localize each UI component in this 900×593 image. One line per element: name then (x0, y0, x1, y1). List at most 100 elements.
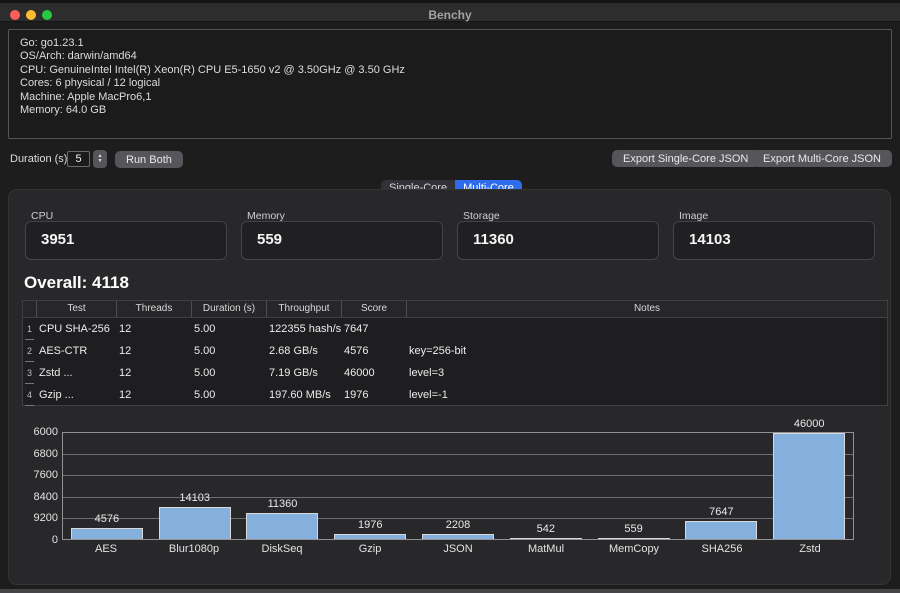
info-line-memory: Memory: 64.0 GB (20, 104, 880, 117)
cell-test: Zstd ... (36, 362, 116, 384)
table-header-gutter (23, 301, 36, 317)
cell-throughput: 2.68 GB/s (266, 340, 341, 362)
bar-json (422, 534, 494, 539)
bar-memcopy (598, 538, 670, 539)
info-line-cores: Cores: 6 physical / 12 logical (20, 77, 880, 90)
system-info-box[interactable]: Go: go1.23.1 OS/Arch: darwin/amd64 CPU: … (8, 29, 892, 139)
x-axis-label: MemCopy (590, 543, 678, 555)
x-axis-label: Blur1080p (150, 543, 238, 555)
cell-throughput: 197.60 MB/s (266, 384, 341, 406)
stat-value-image: 14103 (689, 231, 731, 248)
x-axis-label: JSON (414, 543, 502, 555)
table-header-throughput[interactable]: Throughput (266, 301, 341, 317)
bar-group-memcopy: 559 (590, 433, 678, 539)
bar-value-label: 11360 (239, 498, 327, 510)
cell-notes (406, 318, 887, 340)
duration-input[interactable]: 5 (67, 151, 90, 167)
cell-duration: 5.00 (191, 318, 266, 340)
bar-value-label: 14103 (151, 492, 239, 504)
bar-value-label: 542 (502, 523, 590, 535)
bar-zstd (773, 433, 845, 539)
table-row[interactable]: 4 Gzip ... 12 5.00 197.60 MB/s 1976 leve… (23, 384, 887, 406)
cell-score: 46000 (341, 362, 406, 384)
cell-notes: level=3 (406, 362, 887, 384)
cell-test: Gzip ... (36, 384, 116, 406)
bar-gzip (334, 534, 406, 539)
x-axis-label: MatMul (502, 543, 590, 555)
bar-group-matmul: 542 (502, 433, 590, 539)
stat-value-cpu: 3951 (41, 231, 74, 248)
info-line-machine: Machine: Apple MacPro6,1 (20, 91, 880, 104)
bar-blur1080p (159, 507, 231, 539)
x-axis-label: Zstd (766, 543, 854, 555)
cell-duration: 5.00 (191, 340, 266, 362)
cell-threads: 12 (116, 362, 191, 384)
bar-group-gzip: 1976 (326, 433, 414, 539)
bar-series: 4576 14103 11360 1976 2208 542 (63, 433, 853, 539)
cell-threads: 12 (116, 318, 191, 340)
table-header-row: Test Threads Duration (s) Throughput Sco… (23, 301, 887, 318)
table-header-threads[interactable]: Threads (116, 301, 191, 317)
stat-value-storage: 11360 (473, 231, 514, 248)
bar-diskseq (246, 513, 318, 539)
bar-chart-plot-area: 4576 14103 11360 1976 2208 542 (62, 432, 854, 540)
y-axis-tick-label: 0 (10, 534, 58, 546)
run-both-button[interactable]: Run Both (115, 151, 183, 168)
cell-test: CPU SHA-256 (36, 318, 116, 340)
cell-notes: level=-1 (406, 384, 887, 406)
cell-score: 1976 (341, 384, 406, 406)
row-number: 3 (23, 362, 36, 384)
cell-throughput: 122355 hash/s (266, 318, 341, 340)
info-line-osarch: OS/Arch: darwin/amd64 (20, 50, 880, 63)
table-header-test[interactable]: Test (36, 301, 116, 317)
row-number: 4 (23, 384, 36, 406)
cell-test: AES-CTR (36, 340, 116, 362)
x-axis-label: SHA256 (678, 543, 766, 555)
y-axis-tick-label: 9200 (10, 512, 58, 524)
y-axis-tick-label: 8400 (10, 491, 58, 503)
y-axis-tick-label: 7600 (10, 469, 58, 481)
duration-label: Duration (s): (10, 153, 71, 165)
bar-value-label: 1976 (326, 519, 414, 531)
cell-notes: key=256-bit (406, 340, 887, 362)
y-axis-tick-label: 6800 (10, 448, 58, 460)
window-bottom-edge (0, 589, 900, 593)
cell-score: 7647 (341, 318, 406, 340)
cell-threads: 12 (116, 384, 191, 406)
bar-group-aes: 4576 (63, 433, 151, 539)
cell-duration: 5.00 (191, 384, 266, 406)
table-header-score[interactable]: Score (341, 301, 406, 317)
bar-group-blur1080p: 14103 (151, 433, 239, 539)
export-single-core-button[interactable]: Export Single-Core JSON (612, 150, 759, 167)
bar-group-zstd: 46000 (765, 433, 853, 539)
duration-stepper[interactable]: ▲ ▼ (93, 150, 107, 168)
x-axis-label: DiskSeq (238, 543, 326, 555)
table-row[interactable]: 2 AES-CTR 12 5.00 2.68 GB/s 4576 key=256… (23, 340, 887, 362)
bar-group-json: 2208 (414, 433, 502, 539)
stat-value-memory: 559 (257, 231, 282, 248)
row-number: 1 (23, 318, 36, 340)
bar-value-label: 7647 (677, 506, 765, 518)
window-title: Benchy (0, 8, 900, 22)
bar-matmul (510, 538, 582, 539)
table-header-notes[interactable]: Notes (406, 301, 887, 317)
results-table: Test Threads Duration (s) Throughput Sco… (22, 300, 888, 406)
table-row[interactable]: 3 Zstd ... 12 5.00 7.19 GB/s 46000 level… (23, 362, 887, 384)
x-axis-label: Gzip (326, 543, 414, 555)
app-window: Benchy Go: go1.23.1 OS/Arch: darwin/amd6… (0, 0, 900, 593)
stepper-down-icon[interactable]: ▼ (98, 159, 103, 164)
cell-throughput: 7.19 GB/s (266, 362, 341, 384)
info-line-cpu: CPU: GenuineIntel Intel(R) Xeon(R) CPU E… (20, 64, 880, 77)
bar-aes (71, 528, 143, 539)
table-row[interactable]: 1 CPU SHA-256 12 5.00 122355 hash/s 7647 (23, 318, 887, 340)
row-number: 2 (23, 340, 36, 362)
y-axis-tick-label: 6000 (10, 426, 58, 438)
title-bar[interactable]: Benchy (0, 3, 900, 22)
info-line-go: Go: go1.23.1 (20, 37, 880, 50)
table-header-duration[interactable]: Duration (s) (191, 301, 266, 317)
x-axis-label: AES (62, 543, 150, 555)
export-multi-core-button[interactable]: Export Multi-Core JSON (752, 150, 892, 167)
bar-sha256 (685, 521, 757, 539)
x-axis-labels: AES Blur1080p DiskSeq Gzip JSON MatMul M… (62, 543, 854, 555)
bar-group-diskseq: 11360 (239, 433, 327, 539)
